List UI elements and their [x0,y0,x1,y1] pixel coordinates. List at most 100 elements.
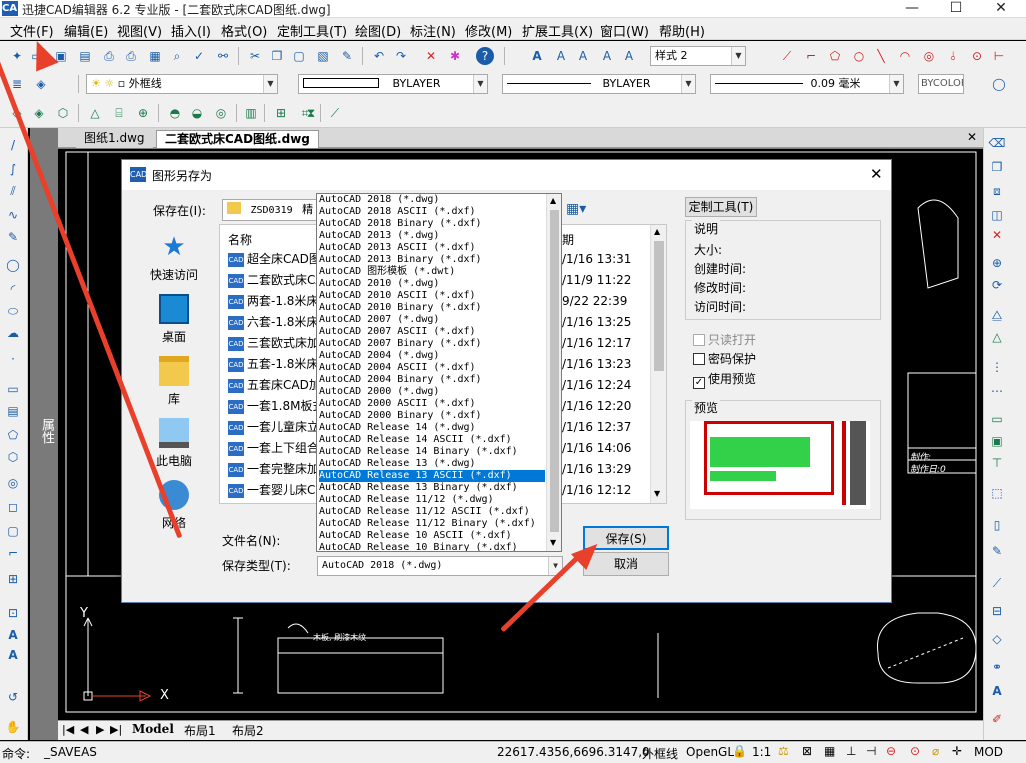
mesh-icon[interactable]: ▥ [242,104,260,122]
filetype-option[interactable]: AutoCAD 2000 ASCII (*.dxf) [319,398,545,410]
filetype-option[interactable]: AutoCAD 2010 (*.dwg) [319,278,545,290]
close-window-button[interactable]: ✕ [978,0,1024,18]
scroll-down-icon[interactable]: ▼ [550,538,556,547]
style-combo[interactable]: 样式 2 ▼ [650,46,746,66]
text-edit-icon[interactable]: A [574,47,592,65]
fillet-tool-icon[interactable]: ⌐ [4,544,22,562]
readonly-checkbox[interactable]: 只读打开 [693,331,756,348]
hatch-tool-icon[interactable]: ▤ [4,402,22,420]
filetype-option[interactable]: AutoCAD 2007 ASCII (*.dxf) [319,326,545,338]
cylinder-icon[interactable]: ⌸ [110,104,128,122]
paste-special-icon[interactable]: ▧ [314,47,332,65]
target-circle-icon[interactable]: ◎ [920,47,938,65]
color-combo[interactable]: BYCOLOR [918,74,964,94]
offset-tool-icon[interactable]: ◫ [988,206,1006,224]
dtext-tool-icon[interactable]: A [4,646,22,664]
lineweight-combo[interactable]: BYLAYER ▼ [502,74,696,94]
pyramid-icon[interactable]: △ [86,104,104,122]
filetype-option[interactable]: AutoCAD 2007 (*.dwg) [319,314,545,326]
tab-layout2[interactable]: 布局2 [232,722,264,739]
filetype-option[interactable]: AutoCAD 2013 Binary (*.dxf) [319,254,545,266]
dish-icon[interactable]: ◒ [188,104,206,122]
custom-tools-button[interactable]: 定制工具(T) [685,197,757,217]
tab-model[interactable]: Model [132,722,174,736]
filetype-option[interactable]: AutoCAD 2000 (*.dwg) [319,386,545,398]
redo-icon[interactable]: ↷ [392,47,410,65]
filetype-option[interactable]: AutoCAD 2018 ASCII (*.dxf) [319,206,545,218]
lock-status-icon[interactable]: 🔒 [732,744,747,758]
password-checkbox[interactable]: 密码保护 [693,350,756,367]
stretch-tool-icon[interactable]: △ [988,328,1006,346]
donut-tool-icon[interactable]: ◎ [4,474,22,492]
dome-icon[interactable]: ◓ [166,104,184,122]
annotation-icon[interactable]: ⚖ [778,744,789,758]
menu-view[interactable]: 视图(V) [117,21,162,40]
sketch-tool-icon[interactable]: ✎ [4,228,22,246]
text-icon[interactable]: A [552,47,570,65]
nav-first-icon[interactable]: |◀ [62,723,74,736]
maximize-button[interactable]: ☐ [933,0,979,18]
view-menu-icon[interactable]: ▦▾ [566,201,586,217]
filetype-option[interactable]: AutoCAD Release 11/12 Binary (*.dxf) [319,518,545,530]
ucs-icon[interactable]: ⊞ [272,104,290,122]
otrack-icon[interactable]: ⊙ [910,744,920,758]
trim-tool-icon[interactable]: ⋮ [988,358,1006,376]
revcloud-tool-icon[interactable]: ☁ [4,324,22,342]
filetype-option[interactable]: AutoCAD 2004 (*.dwg) [319,350,545,362]
menu-modify[interactable]: 修改(M) [465,21,512,40]
move-tool-icon[interactable]: ⊕ [988,254,1006,272]
file-row[interactable]: CAD 五套床CAD加 [228,375,321,395]
tab-layout1[interactable]: 布局1 [184,722,216,739]
file-list-scrollbar[interactable]: ▲ ▼ [650,225,666,503]
properties-panel[interactable]: 属性 [30,128,58,740]
text-find-icon[interactable]: A [598,47,616,65]
filetype-option[interactable]: AutoCAD 2004 Binary (*.dxf) [319,374,545,386]
menu-format[interactable]: 格式(O) [221,21,267,40]
mtext-tool-icon[interactable]: A [4,626,22,644]
wipeout-tool-icon[interactable]: ▢ [4,522,22,540]
file-row[interactable]: CAD 五套-1.8米床 [228,354,318,374]
nav-prev-icon[interactable]: ◀ [80,723,88,736]
layer-state-icon[interactable]: ◈ [32,75,50,93]
explode-icon[interactable]: ✱ [446,47,464,65]
nav-next-icon[interactable]: ▶ [96,723,104,736]
scale-tool-icon[interactable]: ⧋ [988,306,1006,324]
text-style-icon[interactable]: A [528,47,546,65]
file-row[interactable]: CAD 一套上下组合 [228,438,319,458]
filetype-option[interactable]: AutoCAD 2013 (*.dwg) [319,230,545,242]
scroll-thumb[interactable] [654,241,664,371]
ortho-icon[interactable]: ⊥ [846,744,856,758]
point-line-icon[interactable]: ⫰ [944,47,962,65]
place-desktop[interactable]: 桌面 [141,294,207,345]
circle-tool-icon[interactable]: ◯ [4,256,22,274]
dynamic-icon[interactable]: ⌀ [932,744,939,758]
file-row[interactable]: CAD 一套1.8M板式 [228,396,324,416]
layer-combo[interactable]: ☀ ☼ ▫ 外框线 ▼ [86,74,278,94]
lineweight-icon[interactable]: ✛ [952,744,962,758]
scale-status[interactable]: 1:1 [752,745,771,759]
render-mode-status[interactable]: OpenGL [686,745,734,759]
sphere-icon[interactable]: ⊕ [134,104,152,122]
mirror-icon[interactable]: ⊢ [990,47,1008,65]
cut-icon[interactable]: ✂ [246,47,264,65]
cone-icon[interactable]: ⬡ [54,104,72,122]
delete-icon[interactable]: ✕ [422,47,440,65]
file-row[interactable]: CAD 三套欧式床加 [228,333,319,353]
filetype-option[interactable]: AutoCAD 2007 Binary (*.dxf) [319,338,545,350]
command-value[interactable]: _SAVEAS [44,745,97,759]
array-tool-icon[interactable]: ▯ [988,516,1006,534]
scroll-up-icon[interactable]: ▲ [654,227,660,236]
filetype-option[interactable]: AutoCAD Release 10 ASCII (*.dxf) [319,530,545,542]
break-tool-icon[interactable]: ▭ [988,410,1006,428]
filetype-dropdown-list[interactable]: AutoCAD 2018 (*.dwg) AutoCAD 2018 ASCII (… [316,193,562,552]
mline-tool-icon[interactable]: ⫽ [4,182,22,200]
page-setup-icon[interactable]: ▦ [146,47,164,65]
filetype-combo[interactable]: AutoCAD 2018 (*.dwg) ▼ [317,556,563,576]
filetype-option[interactable]: AutoCAD Release 11/12 ASCII (*.dxf) [319,506,545,518]
column-name[interactable]: 名称 [228,231,252,248]
filetype-option[interactable]: AutoCAD 图形模板 (*.dwt) [319,266,545,278]
torus-icon[interactable]: ◎ [212,104,230,122]
save-in-combo[interactable]: ZSD0319 精 [222,199,318,221]
menu-insert[interactable]: 插入(I) [171,21,211,40]
polygon-tool-icon[interactable]: ⬠ [4,426,22,444]
